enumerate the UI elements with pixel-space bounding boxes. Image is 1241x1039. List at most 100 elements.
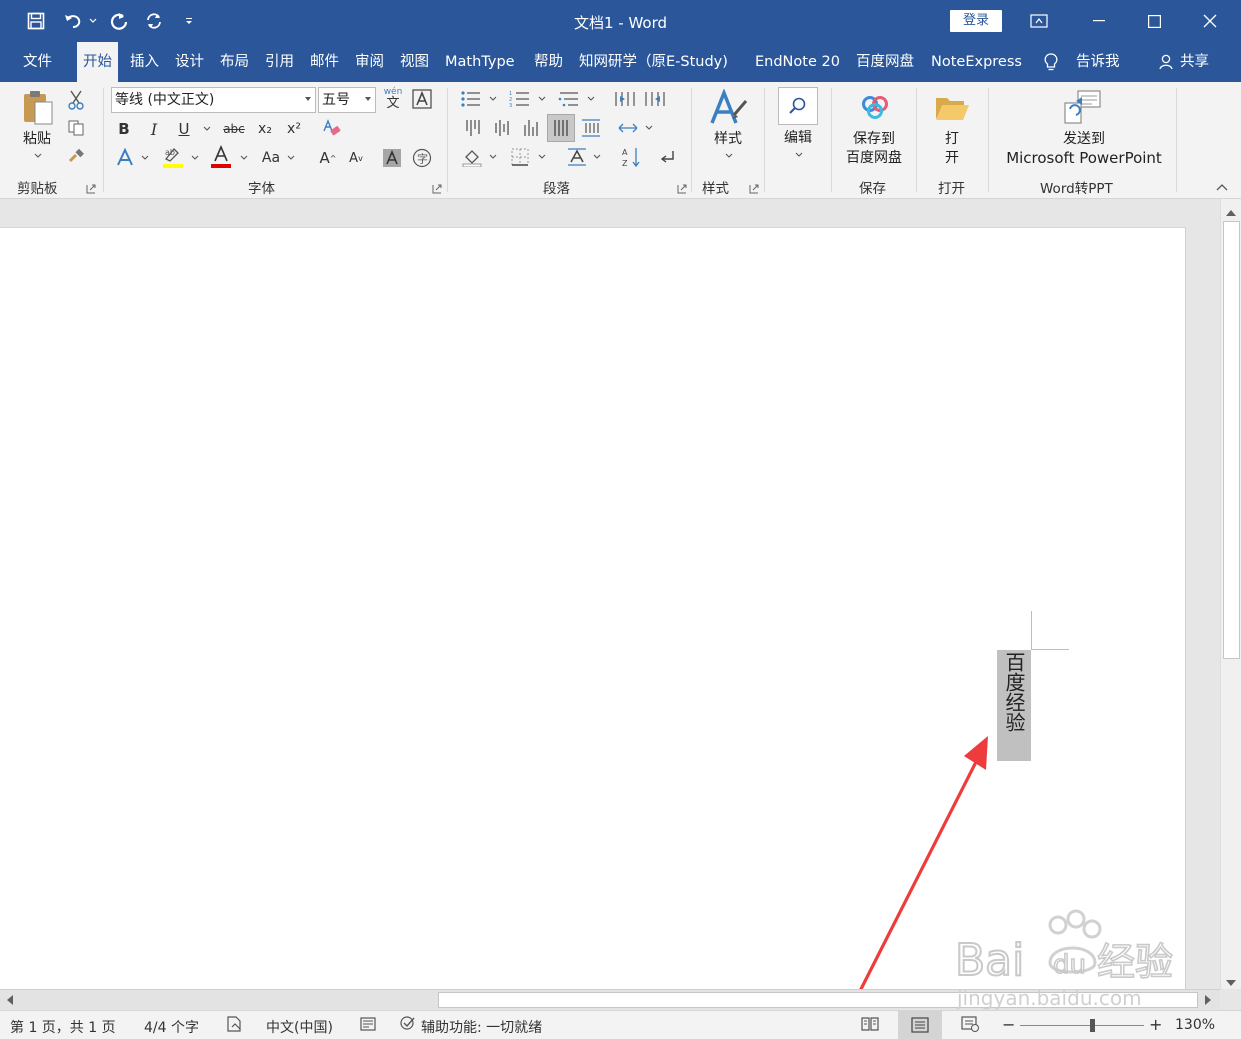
read-mode-icon[interactable] [860,1016,880,1036]
tab-home[interactable]: 开始 [77,42,118,82]
borders-dropdown-icon[interactable] [536,144,548,170]
send-to-ppt-icon[interactable] [1060,88,1106,126]
styles-icon[interactable] [706,88,750,130]
open-line1[interactable]: 打 [936,130,968,149]
save-icon[interactable] [24,9,48,33]
vertical-scrollbar[interactable] [1220,199,1241,989]
zoom-level[interactable]: 130% [1175,1017,1215,1033]
share-button[interactable]: 共享 [1180,42,1209,82]
shading-dropdown-icon[interactable] [487,144,499,170]
tell-me-search[interactable]: 告诉我 [1076,42,1120,82]
text-effects-icon[interactable] [113,146,137,170]
send-ppt-line2[interactable]: Microsoft PowerPoint [1002,149,1166,168]
zoom-out-icon[interactable]: − [1002,1015,1015,1034]
tab-view[interactable]: 视图 [400,42,429,82]
macro-recording-icon[interactable] [359,1015,377,1037]
send-ppt-line1[interactable]: 发送到 [1002,130,1166,149]
numbering-dropdown-icon[interactable] [536,88,548,110]
align-bottom-icon[interactable] [518,116,542,140]
tab-mailings[interactable]: 邮件 [310,42,339,82]
proofing-icon[interactable] [226,1015,244,1037]
refresh-icon[interactable] [141,9,167,33]
numbering-icon[interactable]: 123 [507,88,533,110]
character-shading-icon[interactable] [380,146,404,170]
tab-layout[interactable]: 布局 [220,42,249,82]
strikethrough-button[interactable]: abc [220,118,248,140]
zoom-slider-thumb[interactable] [1089,1019,1095,1032]
increase-indent-icon[interactable] [642,88,668,110]
text-direction-dropdown-icon[interactable] [643,116,655,140]
accessibility-check-icon[interactable] [399,1015,419,1037]
paste-icon[interactable] [18,88,58,128]
clipboard-launcher-icon[interactable] [86,182,96,194]
find-icon[interactable] [778,87,818,125]
font-name-combo[interactable]: 等线 (中文正文) [111,87,316,113]
undo-dropdown-icon[interactable] [87,9,99,33]
document-page[interactable]: 百度经验 [0,227,1186,996]
align-top-icon[interactable] [460,116,484,140]
login-button[interactable]: 登录 [950,10,1002,32]
clear-formatting-icon[interactable] [319,118,345,140]
scroll-left-icon[interactable] [6,994,14,1010]
language-indicator[interactable]: 中文(中国) [266,1017,333,1037]
lightbulb-icon[interactable] [1043,42,1059,82]
font-color-dropdown-icon[interactable] [238,146,250,170]
phonetic-guide-button[interactable]: wén 文 [380,86,406,112]
minimize-icon[interactable] [1076,0,1122,42]
show-paragraph-marks-icon[interactable] [654,144,680,170]
vertical-text[interactable]: 百度经验 [997,650,1031,761]
italic-button[interactable]: I [143,118,165,140]
open-line2[interactable]: 开 [936,149,968,168]
word-count[interactable]: 4/4 个字 [144,1017,199,1037]
zoom-slider-track[interactable] [1020,1025,1144,1026]
customize-qat-icon[interactable] [182,9,196,33]
format-painter-icon[interactable] [64,144,88,168]
tab-mathtype[interactable]: MathType [445,42,515,82]
decrease-indent-icon[interactable] [612,88,638,110]
print-layout-icon[interactable] [898,1011,942,1039]
grow-font-button[interactable]: A ^ [317,146,339,170]
shrink-font-button[interactable]: Av [345,146,367,170]
font-color-icon[interactable] [209,144,233,170]
zoom-in-icon[interactable]: + [1149,1015,1162,1034]
chinese-layout-dropdown-icon[interactable] [591,144,603,170]
enclose-characters-icon[interactable]: 字 [410,146,434,170]
tab-help[interactable]: 帮助 [534,42,563,82]
superscript-button[interactable]: x² [282,118,306,140]
justify-vertical-button[interactable] [547,114,575,142]
open-folder-icon[interactable] [932,92,972,124]
styles-button-label[interactable]: 样式 [704,130,752,149]
font-size-combo[interactable]: 五号 [318,87,376,113]
baidu-netdisk-icon[interactable] [855,92,895,122]
chinese-layout-icon[interactable] [564,144,590,170]
paste-label[interactable]: 粘贴 [17,130,57,149]
scroll-up-icon[interactable] [1225,205,1237,221]
tab-file[interactable]: 文件 [23,42,52,82]
text-direction-icon[interactable] [615,116,641,140]
tab-noteexpress[interactable]: NoteExpress [931,42,1022,82]
bullets-icon[interactable] [458,88,484,110]
person-icon[interactable] [1158,42,1176,82]
bold-button[interactable]: B [113,118,135,140]
sort-icon[interactable]: AZ [619,144,645,170]
bullets-dropdown-icon[interactable] [487,88,499,110]
shading-icon[interactable] [460,144,484,170]
save-baidu-line1[interactable]: 保存到 [838,130,910,149]
tab-insert[interactable]: 插入 [130,42,159,82]
distributed-icon[interactable] [579,116,603,140]
editing-button-label[interactable]: 编辑 [774,129,822,148]
collapse-ribbon-icon[interactable] [1212,180,1232,194]
character-border-icon[interactable] [410,87,434,111]
vertical-scroll-thumb[interactable] [1223,221,1240,659]
align-center-vertical-icon[interactable] [489,116,513,140]
accessibility-status[interactable]: 辅助功能: 一切就绪 [421,1017,542,1037]
tab-design[interactable]: 设计 [175,42,204,82]
change-case-dropdown-icon[interactable] [285,146,297,170]
maximize-icon[interactable] [1131,0,1177,42]
styles-launcher-icon[interactable] [749,182,759,194]
paragraph-launcher-icon[interactable] [677,182,687,194]
copy-icon[interactable] [64,116,88,140]
vertical-text-box[interactable]: 百度经验 [997,650,1031,761]
tab-baidu-netdisk[interactable]: 百度网盘 [856,42,914,82]
tab-cnki[interactable]: 知网研学（原E-Study) [579,42,728,82]
